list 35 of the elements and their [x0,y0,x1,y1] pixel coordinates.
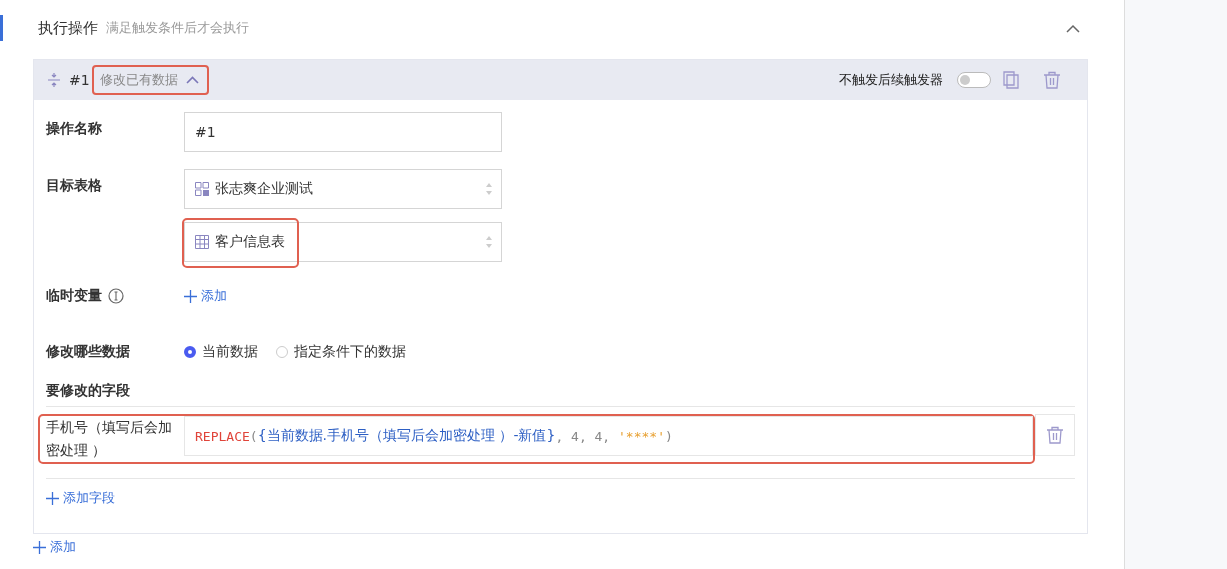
add-action-link[interactable]: 添加 [33,534,76,556]
field-label: 操作名称 [46,119,103,138]
toggle-label: 不触发后续触发器 [839,71,943,89]
field-label: 要修改的字段 [46,381,131,400]
chevron-icon[interactable] [1066,23,1080,33]
drag-handle-icon[interactable] [47,72,61,88]
formula-field[interactable]: REPLACE({当前数据.手机号（填写后会加密处理 ）-新值}, 4, 4, '****') [184,416,1033,456]
field-name: 手机号（填写后会加密处理 ） [46,418,172,460]
section-title: 执行操作 [38,18,98,38]
delete-icon[interactable] [1043,71,1061,89]
plus-icon [33,540,46,554]
field-label: 修改哪些数据 [46,342,131,361]
field-label: 临时变量 [46,287,102,305]
section-subtitle: 满足触发条件后才会执行 [106,19,249,37]
toggle-switch[interactable] [957,72,991,88]
plus-icon [46,491,59,505]
add-variable-link[interactable]: 添加 [184,279,227,305]
info-icon[interactable] [108,288,124,304]
copy-icon[interactable] [1003,71,1019,89]
grid-icon [195,182,209,196]
action-type: 修改已有数据 [99,71,178,89]
chevron-icon[interactable] [185,76,199,84]
field-label: 目标表格 [46,176,103,195]
sort-arrows-icon [485,234,493,250]
name-input[interactable]: #1 [184,112,502,152]
delete-icon[interactable] [1046,426,1064,444]
add-field-link[interactable]: 添加字段 [46,479,115,529]
radio-option[interactable]: 指定条件下的数据 [276,343,406,361]
table-select[interactable]: 客户信息表 [184,222,502,262]
sort-arrows-icon [485,181,493,197]
radio-option[interactable]: 当前数据 [184,343,258,361]
table-select[interactable]: 张志爽企业测试 [184,169,502,209]
plus-icon [184,289,197,303]
table-icon [195,235,209,249]
action-number: #1 [69,72,90,88]
